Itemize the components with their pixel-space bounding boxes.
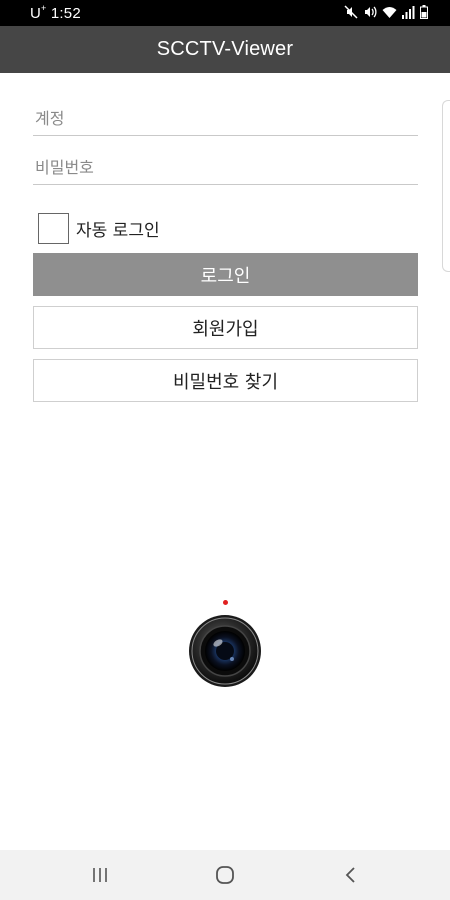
app-bar: SCCTV-Viewer bbox=[0, 26, 450, 73]
signup-button[interactable]: 회원가입 bbox=[33, 306, 418, 349]
edge-panel-handle[interactable] bbox=[442, 100, 450, 272]
carrier-sup: + bbox=[41, 3, 47, 13]
status-bar: U+ 1:52 bbox=[0, 0, 450, 26]
indicator-light bbox=[223, 600, 228, 605]
wifi-icon bbox=[382, 4, 397, 23]
battery-icon bbox=[420, 4, 428, 23]
mute-icon bbox=[344, 4, 358, 23]
find-password-button[interactable]: 비밀번호 찾기 bbox=[33, 359, 418, 402]
password-field[interactable] bbox=[33, 149, 418, 185]
auto-login-label[interactable]: 자동 로그인 bbox=[76, 216, 160, 241]
account-field[interactable] bbox=[33, 100, 418, 136]
navigation-bar bbox=[0, 850, 450, 900]
home-icon[interactable] bbox=[210, 862, 240, 888]
back-icon[interactable] bbox=[336, 862, 366, 888]
auto-login-row[interactable]: 자동 로그인 bbox=[38, 212, 160, 244]
login-button[interactable]: 로그인 bbox=[33, 253, 418, 296]
status-time: 1:52 bbox=[50, 5, 81, 22]
camera-lens-icon bbox=[188, 614, 262, 688]
password-input[interactable] bbox=[33, 149, 418, 184]
account-input[interactable] bbox=[33, 100, 418, 135]
sound-icon bbox=[363, 4, 377, 23]
status-left: U+ 1:52 bbox=[30, 3, 81, 22]
recent-apps-icon[interactable] bbox=[85, 862, 115, 888]
app-title: SCCTV-Viewer bbox=[156, 38, 294, 60]
auto-login-checkbox[interactable] bbox=[38, 212, 69, 244]
signal-icon bbox=[402, 4, 415, 23]
carrier-label: U bbox=[30, 5, 42, 22]
status-icons bbox=[344, 4, 428, 23]
